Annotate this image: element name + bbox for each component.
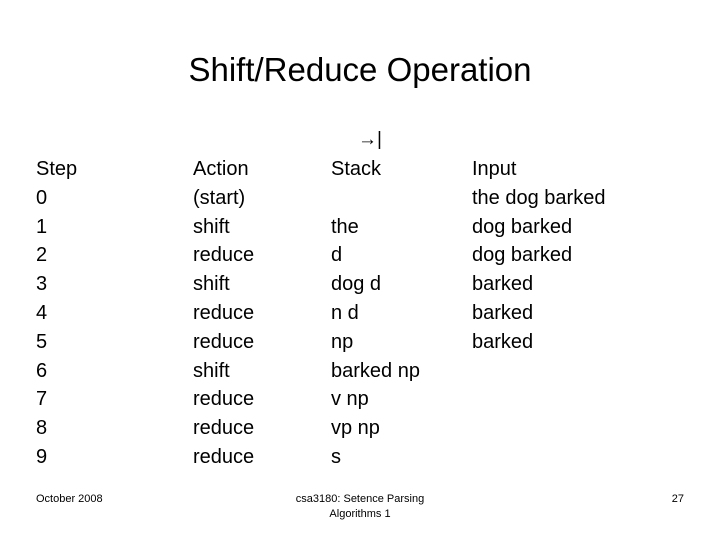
- table-row: 1 shift the dog barked: [36, 213, 696, 242]
- cell-action: (start): [193, 186, 246, 209]
- cell-step: 4: [36, 301, 48, 324]
- cell-step: 1: [36, 215, 48, 238]
- arrow-to-bar-icon: →|: [358, 129, 382, 150]
- table-row: 6 shift barked np: [36, 357, 696, 386]
- table-row: 4 reduce n d barked: [36, 299, 696, 328]
- column-header-action: Action: [193, 158, 249, 180]
- cell-stack: s: [331, 445, 341, 468]
- cell-stack: v np: [331, 388, 369, 411]
- cell-stack: np: [331, 330, 354, 353]
- column-header-input: Input: [472, 158, 517, 180]
- cell-input: dog barked: [472, 244, 573, 267]
- table-row: 2 reduce d dog barked: [36, 241, 696, 270]
- cell-action: reduce: [193, 244, 255, 267]
- table-row: 7 reduce v np: [36, 385, 696, 414]
- footer-page-number: 27: [671, 493, 684, 505]
- cell-input: dog barked: [472, 215, 573, 238]
- cell-step: 2: [36, 244, 48, 267]
- cell-action: shift: [193, 215, 230, 238]
- table-header-row: Step Action Stack Input: [36, 155, 696, 184]
- cell-step: 3: [36, 273, 48, 296]
- slide: Shift/Reduce Operation →| Step Action St…: [0, 0, 720, 540]
- table-row: 3 shift dog d barked: [36, 270, 696, 299]
- footer-date: October 2008: [36, 493, 103, 505]
- column-header-stack: Stack: [331, 158, 382, 180]
- cell-stack: d: [331, 244, 343, 267]
- cell-stack: the: [331, 215, 359, 238]
- cell-action: shift: [193, 273, 230, 296]
- cell-step: 0: [36, 186, 48, 209]
- cell-action: reduce: [193, 301, 255, 324]
- footer-course-title: csa3180: Setence Parsing Algorithms 1: [295, 493, 425, 520]
- slide-footer: October 2008 csa3180: Setence Parsing Al…: [0, 492, 720, 540]
- cell-step: 7: [36, 388, 48, 411]
- table-row: 9 reduce s: [36, 443, 696, 472]
- cell-action: reduce: [193, 388, 255, 411]
- cell-stack: n d: [331, 301, 359, 324]
- cell-stack: vp np: [331, 417, 380, 440]
- table-row: 5 reduce np barked: [36, 328, 696, 357]
- cell-action: shift: [193, 359, 230, 382]
- cell-step: 5: [36, 330, 48, 353]
- cell-stack: barked np: [331, 359, 420, 382]
- cell-step: 6: [36, 359, 48, 382]
- cell-action: reduce: [193, 417, 255, 440]
- table-row: 8 reduce vp np: [36, 414, 696, 443]
- cell-input: barked: [472, 330, 534, 353]
- page-title: Shift/Reduce Operation: [188, 51, 532, 88]
- table-row: 0 (start) the dog barked: [36, 184, 696, 213]
- cell-action: reduce: [193, 445, 255, 468]
- shift-reduce-trace-table: Step Action Stack Input 0 (start) the do…: [36, 155, 696, 472]
- column-header-step: Step: [36, 158, 78, 180]
- cell-stack: dog d: [331, 273, 382, 296]
- cell-action: reduce: [193, 330, 255, 353]
- cell-input: barked: [472, 273, 534, 296]
- cell-step: 9: [36, 445, 48, 468]
- cell-input: the dog barked: [472, 186, 606, 209]
- cell-step: 8: [36, 417, 48, 440]
- cell-input: barked: [472, 301, 534, 324]
